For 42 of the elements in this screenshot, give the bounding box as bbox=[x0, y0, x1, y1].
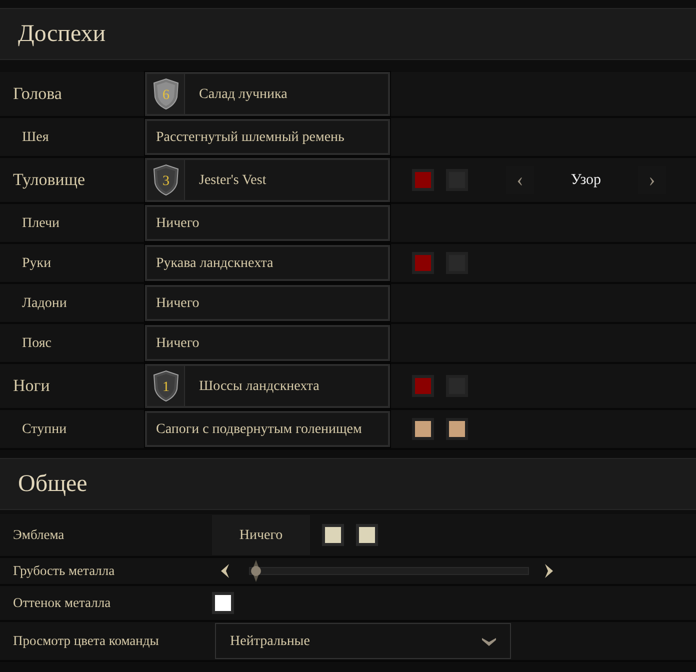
setting-label: Эмблема bbox=[12, 526, 66, 544]
item-field[interactable]: 6 Салад лучника bbox=[145, 72, 390, 116]
chevron-left-icon[interactable] bbox=[219, 564, 231, 578]
team-color-dropdown[interactable]: Нейтральные bbox=[215, 623, 511, 659]
color-swatch[interactable] bbox=[212, 592, 234, 614]
color-swatch[interactable] bbox=[412, 418, 434, 440]
section-title: Доспехи bbox=[18, 20, 106, 49]
item-field[interactable]: Ничего bbox=[145, 325, 390, 361]
slider-thumb[interactable] bbox=[250, 560, 262, 582]
slot-label: Ступни bbox=[21, 420, 68, 438]
setting-label: Оттенок металла bbox=[12, 594, 112, 612]
item-field[interactable]: Ничего bbox=[145, 205, 390, 241]
tier-shield-icon: 6 bbox=[152, 78, 178, 110]
caret-icon bbox=[482, 636, 496, 646]
color-swatch[interactable] bbox=[322, 524, 344, 546]
slot-label: Ноги bbox=[12, 375, 51, 398]
slot-label: Ладони bbox=[21, 294, 68, 312]
setting-label: Просмотр цвета команды bbox=[12, 632, 160, 650]
item-field[interactable]: 3 Jester's Vest bbox=[145, 158, 390, 202]
setting-label: Грубость металла bbox=[12, 562, 116, 580]
slot-label: Голова bbox=[12, 83, 63, 106]
slot-label: Туловище bbox=[12, 169, 86, 192]
color-swatch[interactable] bbox=[412, 375, 434, 397]
color-swatch[interactable] bbox=[412, 252, 434, 274]
chevron-right-icon[interactable] bbox=[543, 564, 555, 578]
pattern-label: Узор bbox=[570, 170, 602, 190]
item-field[interactable]: Рукава ландскнехта bbox=[145, 245, 390, 281]
item-field[interactable]: Сапоги с подвернутым голенищем bbox=[145, 411, 390, 447]
item-field[interactable]: Ничего bbox=[145, 285, 390, 321]
emblem-button[interactable]: Ничего bbox=[212, 515, 310, 555]
slot-label: Пояс bbox=[21, 334, 52, 352]
slot-label: Шея bbox=[21, 128, 50, 146]
color-swatch[interactable] bbox=[412, 169, 434, 191]
item-field[interactable]: Расстегнутый шлемный ремень bbox=[145, 119, 390, 155]
slot-label: Плечи bbox=[21, 214, 60, 232]
tier-shield-icon: 1 bbox=[152, 370, 178, 402]
slot-label: Руки bbox=[21, 254, 52, 272]
item-field[interactable]: 1 Шоссы ландскнехта bbox=[145, 364, 390, 408]
section-title: Общее bbox=[18, 470, 88, 499]
tier-shield-icon: 3 bbox=[152, 164, 178, 196]
color-swatch[interactable] bbox=[446, 418, 468, 440]
color-swatch[interactable] bbox=[356, 524, 378, 546]
